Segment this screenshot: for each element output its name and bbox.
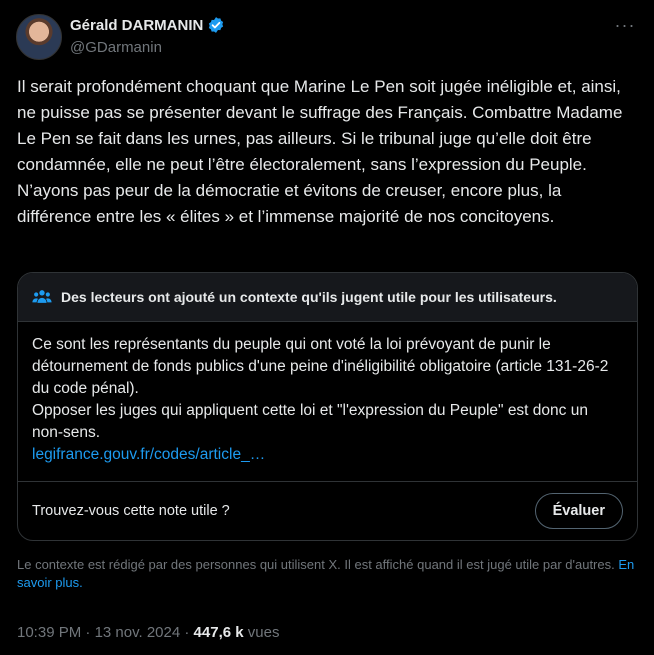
disclaimer-text: Le contexte est rédigé par des personnes… <box>17 557 615 572</box>
note-disclaimer: Le contexte est rédigé par des personnes… <box>17 556 639 592</box>
tweet-header: Gérald DARMANIN @GDarmanin ··· <box>16 12 638 60</box>
helpful-question: Trouvez-vous cette note utile ? <box>32 503 230 519</box>
separator: · <box>184 624 194 641</box>
tweet-meta: 10:39 PM · 13 nov. 2024 · 447,6 k vues <box>17 624 279 641</box>
views-label: vues <box>247 624 280 641</box>
community-note-header: Des lecteurs ont ajouté un contexte qu'i… <box>18 273 637 322</box>
community-note-footer: Trouvez-vous cette note utile ? Évaluer <box>32 482 623 540</box>
rate-button[interactable]: Évaluer <box>534 493 623 529</box>
community-note-link[interactable]: legifrance.gouv.fr/codes/article_… <box>18 444 637 466</box>
tweet-date[interactable]: 13 nov. 2024 <box>95 624 181 641</box>
avatar[interactable] <box>16 14 62 60</box>
community-note: Des lecteurs ont ajouté un contexte qu'i… <box>17 272 638 541</box>
tweet-text: Il serait profondément choquant que Mari… <box>17 77 623 226</box>
display-name[interactable]: Gérald DARMANIN <box>70 17 203 34</box>
verified-badge-icon[interactable] <box>207 16 225 34</box>
name-row: Gérald DARMANIN <box>70 16 225 34</box>
tweet-time[interactable]: 10:39 PM <box>17 624 81 641</box>
more-options-icon[interactable]: ··· <box>612 16 638 38</box>
author-block: Gérald DARMANIN @GDarmanin <box>70 16 225 56</box>
handle[interactable]: @GDarmanin <box>70 39 225 56</box>
views-count: 447,6 k <box>193 624 244 641</box>
separator: · <box>85 624 95 641</box>
people-icon <box>32 290 52 303</box>
community-note-body: Ce sont les représentants du peuple qui … <box>32 336 609 441</box>
community-note-title: Des lecteurs ont ajouté un contexte qu'i… <box>61 289 557 305</box>
